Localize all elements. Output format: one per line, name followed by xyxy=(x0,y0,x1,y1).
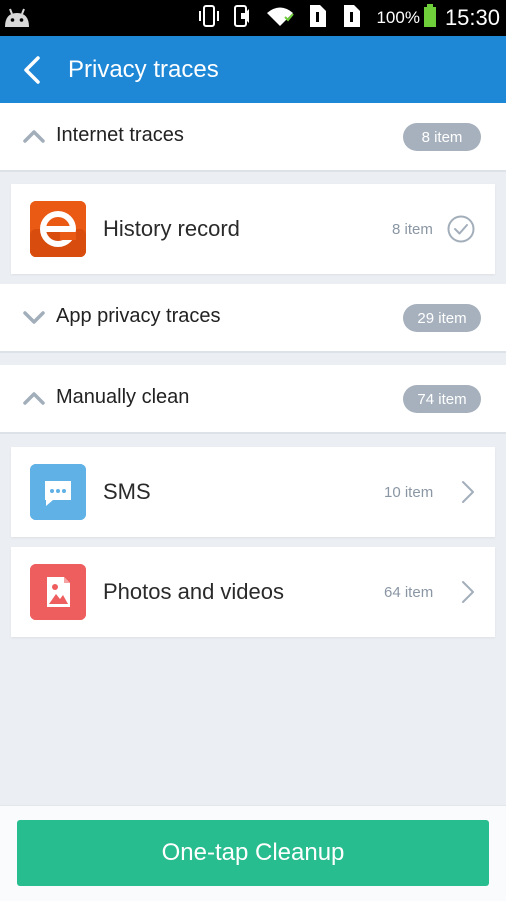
photos-icon xyxy=(30,564,86,620)
list-item-photos-videos[interactable]: Photos and videos 64 item xyxy=(11,547,495,637)
section-label: App privacy traces xyxy=(56,305,221,327)
item-count-badge: 74 item xyxy=(403,385,481,413)
clock: 15:30 xyxy=(444,5,500,30)
chevron-right-icon[interactable] xyxy=(461,580,475,604)
section-label: Internet traces xyxy=(56,124,184,146)
one-tap-cleanup-button[interactable]: One-tap Cleanup xyxy=(17,820,489,886)
check-icon[interactable] xyxy=(447,215,475,243)
item-count-badge: 8 item xyxy=(403,123,481,151)
bottom-bar: One-tap Cleanup xyxy=(0,805,506,901)
app-bar: Privacy traces xyxy=(0,36,506,103)
chevron-right-icon[interactable] xyxy=(461,480,475,504)
list-item-sms[interactable]: SMS 10 item xyxy=(11,447,495,537)
chevron-up-icon xyxy=(22,388,46,408)
sim2-icon xyxy=(340,3,362,34)
section-app-privacy-traces[interactable]: App privacy traces 29 item xyxy=(0,284,506,353)
section-manually-clean[interactable]: Manually clean 74 item xyxy=(0,365,506,434)
section-label: Manually clean xyxy=(56,386,190,408)
sms-icon xyxy=(30,464,86,520)
chevron-down-icon xyxy=(22,307,46,327)
item-label: History record xyxy=(103,216,240,241)
item-count: 8 item xyxy=(392,221,433,238)
page-title: Privacy traces xyxy=(68,56,219,83)
sim1-icon xyxy=(306,3,328,34)
item-count-badge: 29 item xyxy=(403,304,481,332)
item-count: 10 item xyxy=(384,484,434,501)
item-label: Photos and videos xyxy=(103,579,285,604)
section-internet-traces[interactable]: Internet traces 8 item xyxy=(0,103,506,172)
list-item-history-record[interactable]: History record 8 item xyxy=(11,184,495,274)
browser-e-icon xyxy=(30,201,86,257)
chevron-up-icon xyxy=(22,126,46,146)
wifi-icon xyxy=(266,5,295,32)
android-icon xyxy=(2,5,32,36)
item-count: 64 item xyxy=(384,584,434,601)
silent-icon xyxy=(232,4,254,33)
item-label: SMS xyxy=(103,479,151,504)
battery-icon xyxy=(423,3,437,33)
vibrate-icon xyxy=(198,4,220,33)
status-bar: 100% 15:30 xyxy=(0,0,506,36)
battery-percent: 100% xyxy=(376,8,420,27)
back-arrow-icon[interactable] xyxy=(20,55,44,85)
